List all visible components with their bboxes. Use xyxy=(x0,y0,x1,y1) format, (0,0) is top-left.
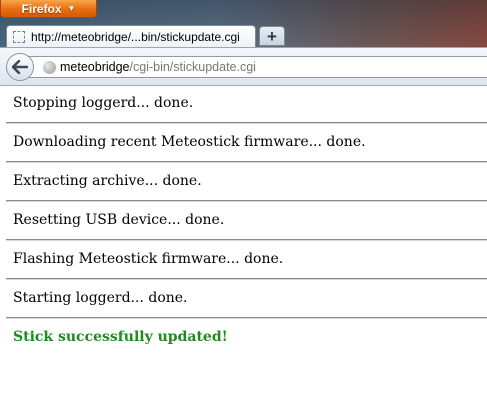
firefox-menu-label: Firefox xyxy=(21,1,62,16)
divider xyxy=(6,278,487,280)
chevron-down-icon: ▼ xyxy=(67,4,76,13)
divider xyxy=(6,200,487,202)
log-line-flash-firmware: Flashing Meteostick firmware... done. xyxy=(13,251,284,267)
navigation-bar: meteobridge/cgi-bin/stickupdate.cgi xyxy=(0,47,487,86)
address-bar[interactable]: meteobridge/cgi-bin/stickupdate.cgi xyxy=(27,56,487,78)
divider xyxy=(6,239,487,241)
url-path: /cgi-bin/stickupdate.cgi xyxy=(129,60,256,74)
divider xyxy=(6,122,487,124)
plus-icon: + xyxy=(267,26,277,46)
divider xyxy=(6,161,487,163)
log-line-start-loggerd: Starting loggerd... done. xyxy=(13,290,188,306)
page-icon xyxy=(13,30,25,43)
back-arrow-icon xyxy=(12,60,28,74)
url-host: meteobridge xyxy=(60,60,130,74)
page-content: Stopping loggerd... done. Downloading re… xyxy=(0,86,487,408)
firefox-menu-button[interactable]: Firefox ▼ xyxy=(0,0,97,18)
log-line-extract-archive: Extracting archive... done. xyxy=(13,173,202,189)
new-tab-button[interactable]: + xyxy=(259,26,285,46)
back-button[interactable] xyxy=(6,53,34,81)
log-line-stop-loggerd: Stopping loggerd... done. xyxy=(13,95,194,111)
globe-icon xyxy=(43,60,56,74)
tab-title: http://meteobridge/...bin/stickupdate.cg… xyxy=(31,29,240,44)
log-line-download-firmware: Downloading recent Meteostick firmware..… xyxy=(13,134,366,150)
success-message: Stick successfully updated! xyxy=(13,329,228,345)
divider xyxy=(6,317,487,319)
browser-tab[interactable]: http://meteobridge/...bin/stickupdate.cg… xyxy=(6,25,256,47)
log-line-reset-usb: Resetting USB device... done. xyxy=(13,212,225,228)
